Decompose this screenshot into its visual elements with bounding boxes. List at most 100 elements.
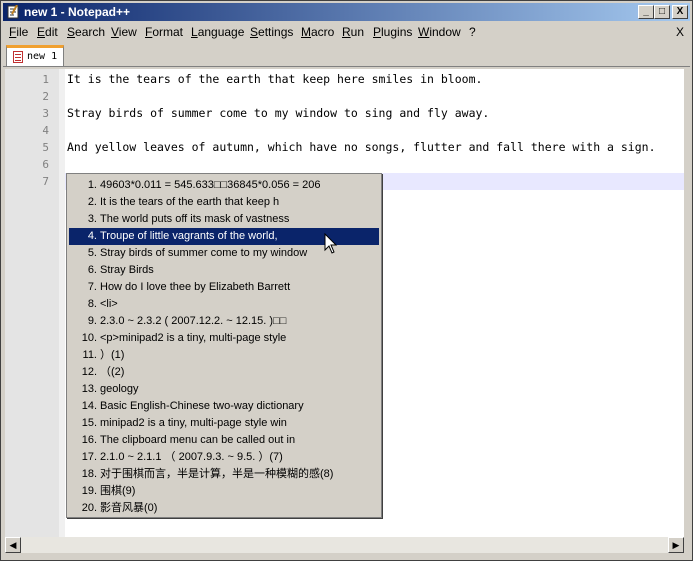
clipboard-item-number: 13. bbox=[81, 383, 97, 395]
menu-settings[interactable]: Settings bbox=[250, 25, 293, 39]
close-icon: X bbox=[676, 6, 684, 17]
text-line[interactable]: Stray birds of summer come to my window … bbox=[67, 105, 489, 122]
menu-macro[interactable]: Macro bbox=[301, 25, 334, 39]
clipboard-item-text: How do I love thee by Elizabeth Barrett bbox=[100, 281, 291, 293]
menu-plugins[interactable]: Plugins bbox=[373, 25, 412, 39]
clipboard-menu-item[interactable]: 12. （(2) bbox=[69, 364, 379, 381]
menu-format[interactable]: Format bbox=[145, 25, 183, 39]
horizontal-scrollbar[interactable]: ◀ ▶ bbox=[5, 537, 684, 553]
clipboard-item-number: 17. bbox=[81, 451, 97, 463]
clipboard-menu-item[interactable]: 14. Basic English-Chinese two-way diction… bbox=[69, 398, 379, 415]
line-number: 1 bbox=[42, 73, 49, 86]
tab-bar: new 1 bbox=[3, 42, 690, 67]
clipboard-menu-item[interactable]: 9. 2.3.0 ~ 2.3.2 ( 2007.12.2. ~ 12.15. )□… bbox=[69, 313, 379, 330]
clipboard-item-text: 2.3.0 ~ 2.3.2 ( 2007.12.2. ~ 12.15. )□□ bbox=[100, 315, 287, 327]
menu-language[interactable]: Language bbox=[191, 25, 244, 39]
notepad-app-icon bbox=[7, 5, 19, 19]
clipboard-menu-item[interactable]: 3. The world puts off its mask of vastnes… bbox=[69, 211, 379, 228]
clipboard-menu-item[interactable]: 19. 围棋(9) bbox=[69, 483, 379, 500]
clipboard-item-number: 4. bbox=[87, 230, 97, 242]
clipboard-item-text: Basic English-Chinese two-way dictionary bbox=[100, 400, 304, 412]
arrow-left-icon: ◀ bbox=[9, 540, 17, 550]
clipboard-item-number: 10. bbox=[81, 332, 97, 344]
close-button[interactable]: X bbox=[672, 5, 688, 19]
clipboard-item-number: 6. bbox=[87, 264, 97, 276]
clipboard-history-menu: 1. 49603*0.011 = 545.633□□36845*0.056 = 2… bbox=[66, 173, 382, 518]
menu-edit[interactable]: Edit bbox=[37, 25, 58, 39]
unsaved-file-icon bbox=[13, 51, 23, 63]
clipboard-item-text: 影音风暴(0) bbox=[100, 502, 158, 514]
text-line[interactable]: And yellow leaves of autumn, which have … bbox=[67, 139, 656, 156]
close-document-button[interactable]: X bbox=[676, 25, 684, 39]
clipboard-menu-item[interactable]: 1. 49603*0.011 = 545.633□□36845*0.056 = 2… bbox=[69, 177, 379, 194]
clipboard-menu-item[interactable]: 16. The clipboard menu can be called out … bbox=[69, 432, 379, 449]
clipboard-item-text: The clipboard menu can be called out in bbox=[100, 434, 296, 446]
clipboard-item-text: 49603*0.011 = 545.633□□36845*0.056 = 206 bbox=[100, 179, 321, 191]
tab-label: new 1 bbox=[27, 51, 58, 62]
clipboard-item-text: <li> bbox=[100, 298, 118, 310]
tab-new-1[interactable]: new 1 bbox=[6, 45, 64, 66]
line-number: 4 bbox=[42, 124, 49, 137]
clipboard-item-number: 19. bbox=[81, 485, 97, 497]
menu-window[interactable]: Window bbox=[418, 25, 461, 39]
clipboard-menu-item[interactable]: 10. <p>minipad2 is a tiny, multi-page sty… bbox=[69, 330, 379, 347]
clipboard-item-text: The world puts off its mask of vastness bbox=[100, 213, 290, 225]
clipboard-item-text: 2.1.0 ~ 2.1.1 （ 2007.9.3. ~ 9.5. ）(7) bbox=[100, 451, 283, 463]
clipboard-item-number: 18. bbox=[81, 468, 97, 480]
maximize-icon: □ bbox=[658, 6, 666, 17]
text-line[interactable]: It is the tears of the earth that keep h… bbox=[67, 71, 482, 88]
clipboard-item-number: 7. bbox=[87, 281, 97, 293]
line-number: 6 bbox=[42, 158, 49, 171]
menu-file[interactable]: File bbox=[9, 25, 28, 39]
clipboard-menu-item[interactable]: 13. geology bbox=[69, 381, 379, 398]
menu-search[interactable]: Search bbox=[67, 25, 105, 39]
clipboard-item-text: geology bbox=[100, 383, 139, 395]
window-title: new 1 - Notepad++ bbox=[24, 5, 131, 19]
minimize-button[interactable]: _ bbox=[638, 5, 654, 19]
clipboard-item-number: 2. bbox=[87, 196, 97, 208]
clipboard-item-text: Troupe of little vagrants of the world, bbox=[100, 230, 278, 242]
line-number: 5 bbox=[42, 141, 49, 154]
line-number: 7 bbox=[42, 175, 49, 188]
menu-help[interactable]: ? bbox=[469, 25, 476, 39]
scroll-right-button[interactable]: ▶ bbox=[668, 537, 684, 553]
clipboard-item-text: ）(1) bbox=[100, 349, 125, 361]
clipboard-item-text: It is the tears of the earth that keep h bbox=[100, 196, 280, 208]
clipboard-item-number: 8. bbox=[87, 298, 97, 310]
clipboard-item-number: 9. bbox=[87, 315, 97, 327]
clipboard-menu-item[interactable]: 7. How do I love thee by Elizabeth Barret… bbox=[69, 279, 379, 296]
scroll-left-button[interactable]: ◀ bbox=[5, 537, 21, 553]
mouse-pointer-icon bbox=[324, 233, 338, 254]
arrow-right-icon: ▶ bbox=[672, 540, 680, 550]
clipboard-menu-item[interactable]: 17. 2.1.0 ~ 2.1.1 （ 2007.9.3. ~ 9.5. ）(7) bbox=[69, 449, 379, 466]
menu-bar: File Edit Search View Format Language Se… bbox=[3, 22, 690, 41]
clipboard-item-number: 5. bbox=[87, 247, 97, 259]
menu-run[interactable]: Run bbox=[342, 25, 364, 39]
line-number: 2 bbox=[42, 90, 49, 103]
clipboard-menu-item[interactable]: 20. 影音风暴(0) bbox=[69, 500, 379, 517]
clipboard-item-number: 1. bbox=[87, 179, 97, 191]
minimize-icon: _ bbox=[643, 6, 649, 17]
clipboard-menu-item[interactable]: 8. <li> bbox=[69, 296, 379, 313]
clipboard-menu-item[interactable]: 18. 对于围棋而言，半是计算，半是一种模糊的感(8) bbox=[69, 466, 379, 483]
clipboard-item-text: 对于围棋而言，半是计算，半是一种模糊的感(8) bbox=[100, 468, 334, 480]
clipboard-item-text: <p>minipad2 is a tiny, multi-page style bbox=[100, 332, 287, 344]
clipboard-item-number: 15. bbox=[81, 417, 97, 429]
clipboard-item-text: 围棋(9) bbox=[100, 485, 136, 497]
fold-margin bbox=[59, 69, 65, 537]
menu-view[interactable]: View bbox=[111, 25, 137, 39]
clipboard-menu-item[interactable]: 6. Stray Birds bbox=[69, 262, 379, 279]
line-number: 3 bbox=[42, 107, 49, 120]
clipboard-menu-item[interactable]: 15. minipad2 is a tiny, multi-page style … bbox=[69, 415, 379, 432]
clipboard-item-text: Stray birds of summer come to my window bbox=[100, 247, 308, 259]
title-bar[interactable]: new 1 - Notepad++ _ □ X bbox=[3, 3, 690, 21]
clipboard-menu-item[interactable]: 2. It is the tears of the earth that keep… bbox=[69, 194, 379, 211]
clipboard-item-text: Stray Birds bbox=[100, 264, 154, 276]
clipboard-item-number: 3. bbox=[87, 213, 97, 225]
maximize-button[interactable]: □ bbox=[654, 5, 670, 19]
clipboard-item-text: minipad2 is a tiny, multi-page style win bbox=[100, 417, 287, 429]
clipboard-item-number: 14. bbox=[81, 400, 97, 412]
clipboard-item-number: 16. bbox=[81, 434, 97, 446]
clipboard-menu-item[interactable]: 11. ）(1) bbox=[69, 347, 379, 364]
clipboard-item-text: （(2) bbox=[100, 366, 125, 378]
